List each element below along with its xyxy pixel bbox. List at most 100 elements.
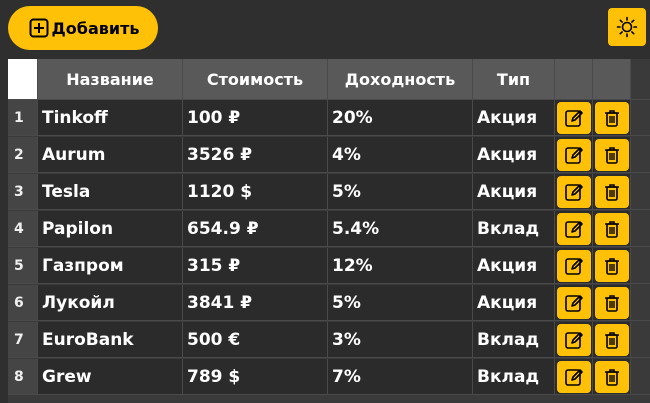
edit-button[interactable]	[556, 138, 591, 171]
row-name: Aurum	[38, 137, 183, 173]
row-index: 6	[8, 285, 38, 321]
row-spacer	[631, 174, 650, 210]
theme-toggle-button[interactable]	[608, 8, 646, 46]
edit-cell	[555, 137, 593, 173]
delete-button[interactable]	[594, 360, 629, 393]
delete-button[interactable]	[594, 249, 629, 282]
row-type: Акция	[473, 285, 555, 321]
row-index: 8	[8, 359, 38, 395]
row-cost: 500 €	[183, 322, 328, 358]
trash-icon	[602, 108, 622, 128]
row-cost: 654.9 ₽	[183, 211, 328, 247]
delete-cell	[593, 285, 631, 321]
edit-cell	[555, 248, 593, 284]
row-spacer	[631, 248, 650, 284]
trash-icon	[602, 219, 622, 239]
header-edit	[555, 59, 593, 100]
header-spacer	[631, 59, 650, 100]
row-type: Акция	[473, 137, 555, 173]
edit-cell	[555, 211, 593, 247]
row-name: Лукойл	[38, 285, 183, 321]
trash-icon	[602, 330, 622, 350]
delete-button[interactable]	[594, 212, 629, 245]
row-spacer	[631, 359, 650, 395]
edit-icon	[564, 219, 584, 239]
edit-button[interactable]	[556, 249, 591, 282]
row-yield: 7%	[328, 359, 473, 395]
edit-icon	[564, 367, 584, 387]
header-delete	[593, 59, 631, 100]
row-index: 7	[8, 322, 38, 358]
edit-cell	[555, 285, 593, 321]
row-index: 2	[8, 137, 38, 173]
edit-cell	[555, 359, 593, 395]
row-yield: 12%	[328, 248, 473, 284]
edit-icon	[564, 256, 584, 276]
row-cost: 3526 ₽	[183, 137, 328, 173]
row-spacer	[631, 322, 650, 358]
delete-cell	[593, 174, 631, 210]
delete-button[interactable]	[594, 138, 629, 171]
table-row: 8 Grew 789 $7% Вклад	[8, 359, 650, 396]
row-yield: 5%	[328, 174, 473, 210]
header-cost[interactable]: Стоимость	[183, 59, 328, 100]
row-cost: 100 ₽	[183, 100, 328, 136]
edit-button[interactable]	[556, 212, 591, 245]
edit-icon	[564, 145, 584, 165]
edit-button[interactable]	[556, 323, 591, 356]
edit-button[interactable]	[556, 360, 591, 393]
delete-cell	[593, 359, 631, 395]
sun-icon	[616, 16, 638, 38]
row-yield: 5%	[328, 285, 473, 321]
row-name: EuroBank	[38, 322, 183, 358]
row-index: 5	[8, 248, 38, 284]
header-yield[interactable]: Доходность	[328, 59, 473, 100]
trash-icon	[602, 256, 622, 276]
row-yield: 4%	[328, 137, 473, 173]
row-index: 3	[8, 174, 38, 210]
trash-icon	[602, 367, 622, 387]
delete-cell	[593, 248, 631, 284]
edit-icon	[564, 330, 584, 350]
table-header-row: Название Стоимость Доходность Тип	[8, 59, 650, 100]
delete-button[interactable]	[594, 323, 629, 356]
row-spacer	[631, 211, 650, 247]
table-row: 3 Tesla 1120 $5% Акция	[8, 174, 650, 211]
row-yield: 3%	[328, 322, 473, 358]
row-yield: 5.4%	[328, 211, 473, 247]
row-type: Акция	[473, 174, 555, 210]
trash-icon	[602, 182, 622, 202]
row-cost: 1120 $	[183, 174, 328, 210]
row-spacer	[631, 285, 650, 321]
row-yield: 20%	[328, 100, 473, 136]
edit-icon	[564, 108, 584, 128]
delete-button[interactable]	[594, 175, 629, 208]
edit-cell	[555, 100, 593, 136]
delete-button[interactable]	[594, 286, 629, 319]
row-type: Вклад	[473, 211, 555, 247]
assets-table: Название Стоимость Доходность Тип 1 Tinko…	[8, 59, 650, 403]
header-type[interactable]: Тип	[473, 59, 555, 100]
delete-cell	[593, 137, 631, 173]
header-name[interactable]: Название	[38, 59, 183, 100]
row-name: Tinkoff	[38, 100, 183, 136]
table-row: 5 Газпром 315 ₽12% Акция	[8, 248, 650, 285]
delete-button[interactable]	[594, 101, 629, 134]
edit-icon	[564, 293, 584, 313]
table-row: 6 Лукойл 3841 ₽5% Акция	[8, 285, 650, 322]
row-name: Papilon	[38, 211, 183, 247]
add-button[interactable]: Добавить	[8, 6, 158, 50]
edit-button[interactable]	[556, 175, 591, 208]
table-row: 1 Tinkoff 100 ₽20% Акция	[8, 100, 650, 137]
row-type: Акция	[473, 100, 555, 136]
edit-cell	[555, 322, 593, 358]
table-row: 7 EuroBank 500 €3% Вклад	[8, 322, 650, 359]
trash-icon	[602, 293, 622, 313]
edit-icon	[564, 182, 584, 202]
delete-cell	[593, 100, 631, 136]
row-index: 4	[8, 211, 38, 247]
edit-button[interactable]	[556, 286, 591, 319]
row-index: 1	[8, 100, 38, 136]
row-name: Tesla	[38, 174, 183, 210]
edit-button[interactable]	[556, 101, 591, 134]
